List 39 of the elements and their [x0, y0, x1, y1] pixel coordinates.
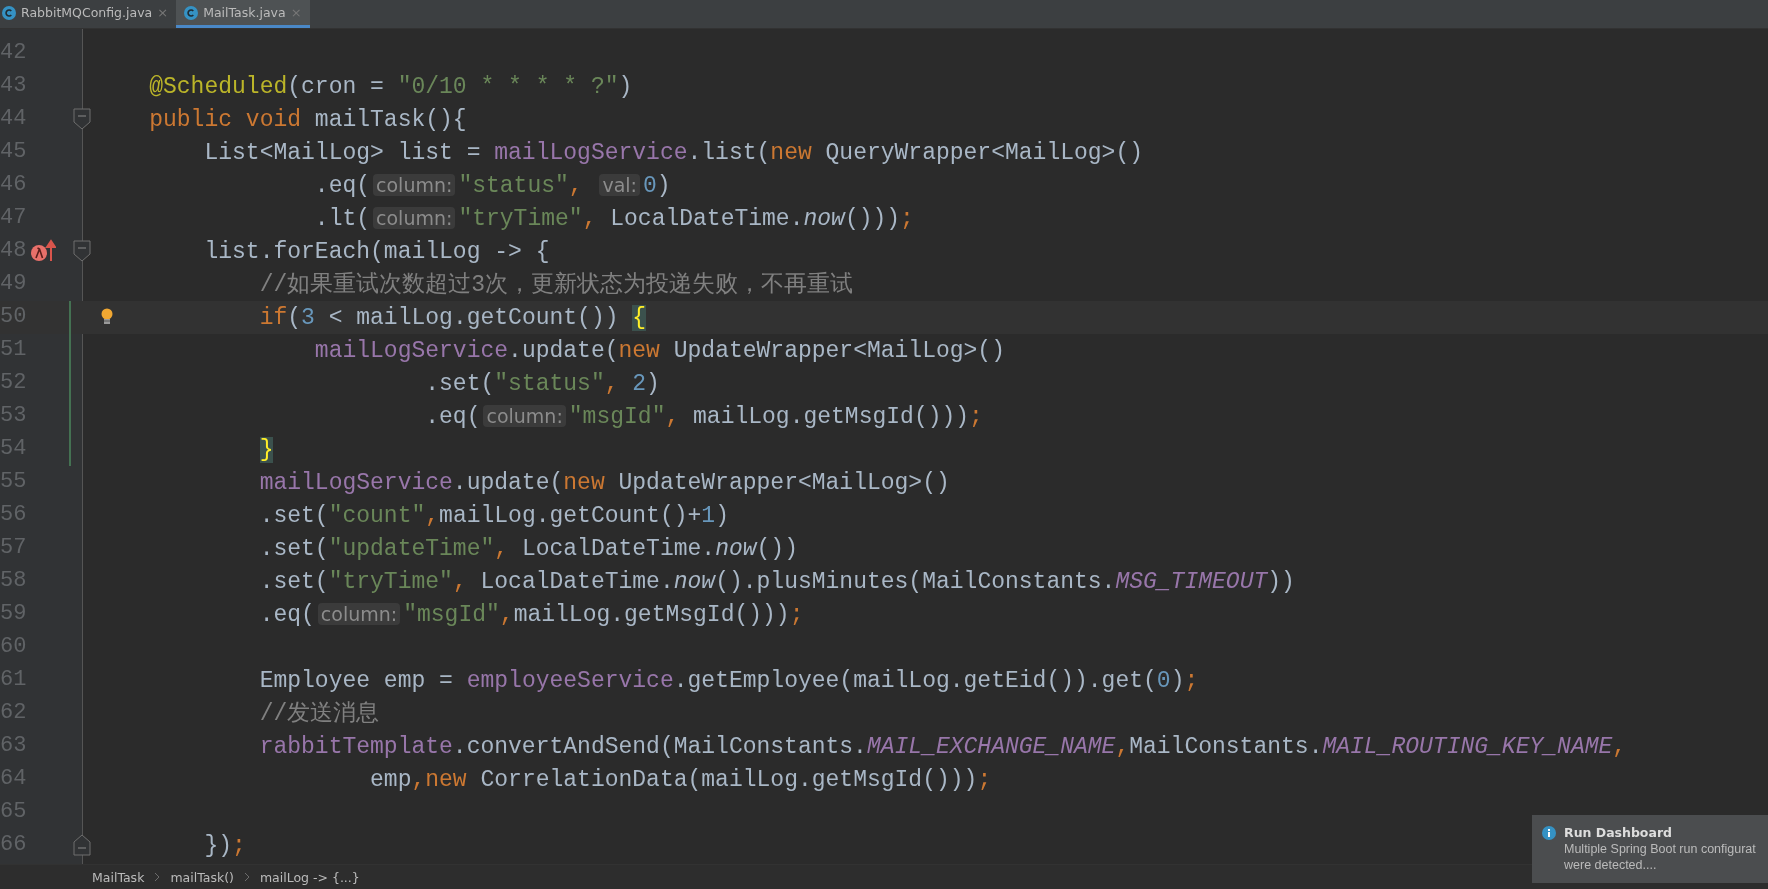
code-line: .lt( column: "tryTime", LocalDateTime.now())); [313, 205, 914, 233]
code-line: .set("status", 2) [424, 369, 660, 398]
fold-icon[interactable] [73, 240, 91, 262]
notification-text: Multiple Spring Boot run configurat [1564, 842, 1756, 856]
lambda-icon[interactable] [30, 239, 56, 263]
code-line: mailLogService.update(new UpdateWrapper<MailLog>() [258, 468, 950, 497]
class-icon [184, 5, 199, 20]
code-line: .eq( column: "msgId", mailLog.getMsgId())); [424, 403, 983, 431]
breadcrumb-item[interactable]: mailLog -> {...} [259, 869, 360, 885]
code-line: .eq( column: "msgId",mailLog.getMsgId())); [258, 601, 804, 629]
code-line: .set("count",mailLog.getCount()+1) [258, 501, 729, 530]
breadcrumb-item[interactable]: MailTask [92, 869, 145, 885]
code-line: //如果重试次数超过3次，更新状态为投递失败，不再重试 [258, 270, 854, 299]
notification-text: were detected.... [1564, 858, 1658, 872]
editor-tab[interactable]: RabbitMQConfig.java × [0, 0, 177, 28]
code-line: public void mailTask(){ [148, 105, 467, 134]
code-line: .eq( column: "status", val: 0) [313, 172, 671, 200]
code-line: }); [203, 831, 246, 860]
chevron-icon [154, 872, 161, 882]
code-line: mailLogService.update(new UpdateWrapper<MailLog>() [313, 336, 1005, 365]
bulb-icon[interactable] [101, 308, 113, 326]
code-line: Employee emp = employeeService.getEmployee(mailLog.getEid()).get(0); [258, 666, 1199, 695]
code-line: emp,new CorrelationData(mailLog.getMsgId())); [369, 765, 992, 794]
breadcrumb-item[interactable]: mailTask() [170, 869, 234, 885]
fold-icon[interactable] [73, 108, 91, 130]
code-line: rabbitTemplate.convertAndSend(MailConstants.MAIL_EXCHANGE_NAME,MailConstants.MAIL_ROUTING_KEY_NAME, [258, 732, 1627, 761]
fold-icon[interactable] [73, 834, 91, 856]
info-icon [1542, 826, 1556, 840]
notification-title: Run Dashboard [1564, 825, 1673, 840]
class-icon [2, 5, 16, 20]
code-line: .set("updateTime", LocalDateTime.now()) [258, 534, 798, 563]
code-line: if(3 < mailLog.getCount()) { [258, 303, 647, 332]
code-line: @Scheduled(cron = "0/10 * * * * ?") [148, 72, 633, 101]
editor-tab[interactable]: MailTask.java × [176, 0, 310, 28]
code-line: //发送消息 [258, 699, 380, 728]
code-line: List<MailLog> list = mailLogService.list(new QueryWrapper<MailLog>() [203, 138, 1143, 167]
code-line: .set("tryTime", LocalDateTime.now().plusMinutes(MailConstants.MSG_TIMEOUT)) [258, 567, 1295, 596]
code-line: list.forEach(mailLog -> { [203, 237, 550, 266]
chevron-icon [243, 872, 250, 882]
